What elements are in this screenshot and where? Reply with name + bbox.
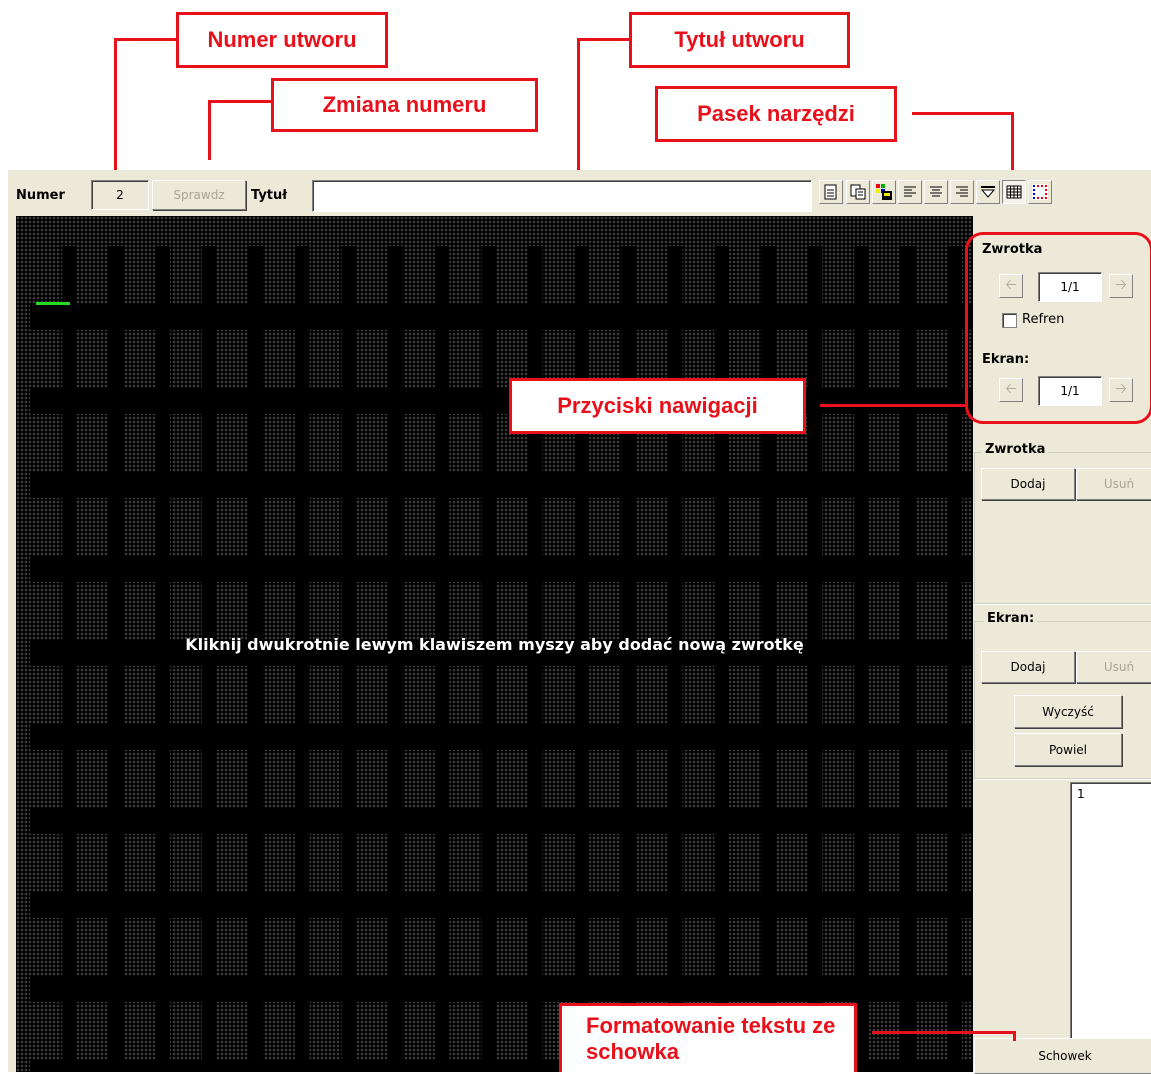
leader-line	[208, 100, 271, 103]
callout-formatowanie: Formatowanie tekstu ze schowka	[559, 1003, 857, 1072]
text-cursor	[36, 302, 70, 305]
grid-icon[interactable]	[1002, 180, 1026, 204]
title-input[interactable]	[312, 180, 812, 212]
screen-list[interactable]: 1	[1070, 782, 1151, 1040]
add-zwrotka-button[interactable]: Dodaj	[981, 468, 1075, 500]
callout-zmiana-numeru: Zmiana numeru	[271, 78, 538, 132]
leader-line	[114, 38, 176, 41]
leader-line	[577, 38, 629, 41]
leader-line	[912, 112, 1014, 115]
ekran-group-title: Ekran:	[984, 611, 1038, 626]
color-save-icon[interactable]	[872, 180, 896, 204]
dots-color-icon[interactable]	[1028, 180, 1052, 204]
valign-icon[interactable]	[976, 180, 1000, 204]
leader-line	[1013, 1031, 1016, 1041]
led-screen[interactable]: Kliknij dwukrotnie lewym klawiszem myszy…	[16, 216, 973, 1072]
align-center-icon[interactable]	[924, 180, 948, 204]
copy-icon[interactable]	[846, 180, 870, 204]
clear-button[interactable]: Wyczyść	[1014, 695, 1122, 728]
tytul-label: Tytuł	[251, 188, 288, 203]
nav-highlight	[965, 232, 1151, 424]
leader-line	[1011, 112, 1014, 172]
callout-pasek-narzedzi: Pasek narzędzi	[655, 86, 897, 142]
numer-label: Numer	[16, 188, 65, 203]
screen-hint: Kliknij dwukrotnie lewym klawiszem myszy…	[185, 635, 804, 654]
remove-ekran-button[interactable]: Usuń	[1076, 651, 1151, 683]
sprawdz-button[interactable]: Sprawdz	[152, 180, 246, 210]
add-ekran-button[interactable]: Dodaj	[981, 651, 1075, 683]
new-doc-icon[interactable]	[819, 180, 843, 204]
align-right-icon[interactable]	[950, 180, 974, 204]
callout-przyciski-nawigacji: Przyciski nawigacji	[509, 378, 806, 434]
leader-line	[872, 1031, 1016, 1034]
leader-line	[208, 100, 211, 160]
list-item[interactable]: 1	[1077, 787, 1085, 801]
song-number-field[interactable]: 2	[91, 180, 149, 210]
callout-tytul-utworu: Tytuł utworu	[629, 12, 850, 68]
callout-numer-utworu: Numer utworu	[176, 12, 388, 68]
leader-line	[820, 404, 968, 407]
remove-zwrotka-button[interactable]: Usuń	[1076, 468, 1151, 500]
leader-line	[114, 38, 117, 170]
zwrotka-group-title: Zwrotka	[982, 442, 1049, 457]
duplicate-button[interactable]: Powiel	[1014, 733, 1122, 766]
align-left-icon[interactable]	[898, 180, 922, 204]
schowek-button[interactable]: Schowek	[974, 1038, 1151, 1074]
